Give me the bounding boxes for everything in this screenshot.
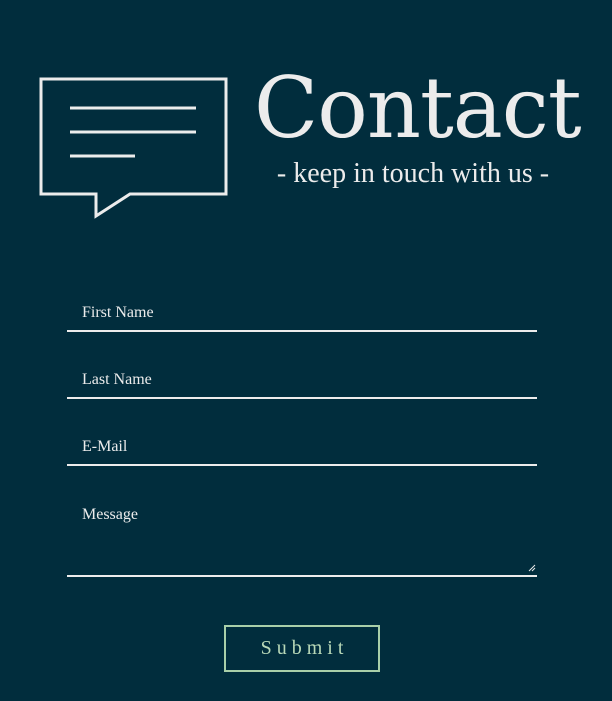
submit-button[interactable]: Submit — [224, 625, 380, 672]
first-name-input[interactable] — [67, 290, 537, 330]
contact-header: Contact - keep in touch with us - — [0, 0, 612, 240]
page-title: Contact — [254, 59, 582, 157]
page-subtitle: - keep in touch with us - — [276, 158, 550, 189]
email-field-wrapper — [67, 424, 537, 466]
message-textarea[interactable] — [67, 491, 537, 575]
last-name-field-wrapper — [67, 357, 537, 399]
resize-grip-icon[interactable] — [528, 564, 536, 572]
last-name-input[interactable] — [67, 357, 537, 397]
email-input[interactable] — [67, 424, 537, 464]
message-field-wrapper — [67, 491, 537, 577]
chat-bubble-icon — [39, 77, 228, 219]
first-name-field-wrapper — [67, 290, 537, 332]
